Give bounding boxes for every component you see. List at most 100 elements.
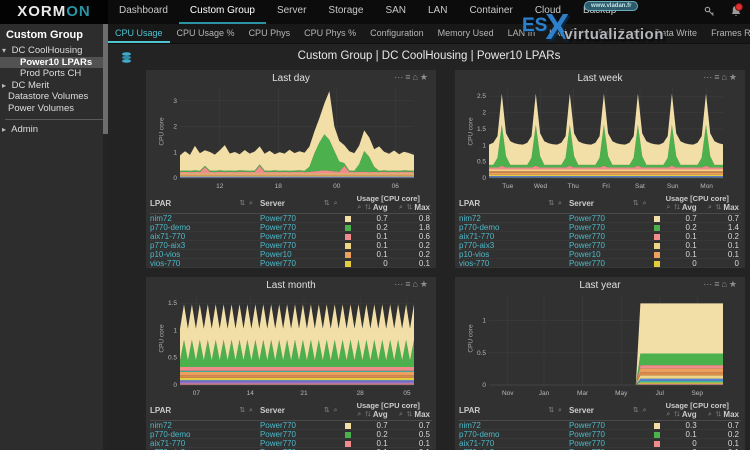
column-header-server[interactable]: Server ⇅ ⌕ xyxy=(569,194,654,212)
top-nav-item-backup[interactable]: Backup xyxy=(572,0,627,24)
server-link[interactable]: Power770 xyxy=(260,439,296,448)
top-nav-item-server[interactable]: Server xyxy=(266,0,317,24)
sub-nav-item-lan-out[interactable]: LAN Out xyxy=(542,24,591,43)
server-link[interactable]: Power770 xyxy=(569,232,605,241)
server-link[interactable]: Power770 xyxy=(260,241,296,250)
sub-nav-item-memory-used[interactable]: Memory Used xyxy=(431,24,501,43)
lpar-link[interactable]: aix71-770 xyxy=(459,232,494,241)
panel-menu-icon[interactable]: ⋯ xyxy=(703,72,714,82)
column-header-max[interactable]: ⌕ ⇅ Max xyxy=(699,203,741,212)
panel-menu-icon[interactable]: ⋯ xyxy=(703,279,714,289)
key-icon[interactable] xyxy=(704,6,715,17)
notifications-bell-icon[interactable] xyxy=(730,3,743,23)
panel-favorite-icon[interactable]: ★ xyxy=(729,72,739,82)
server-link[interactable]: Power770 xyxy=(569,439,605,448)
column-header-max[interactable]: ⌕ ⇅ Max xyxy=(699,410,741,419)
server-link[interactable]: Power770 xyxy=(260,214,296,223)
sub-nav-item-frames-read[interactable]: Frames Read xyxy=(704,24,750,43)
lpar-link[interactable]: p770-demo xyxy=(150,430,190,439)
app-logo[interactable]: XORMON xyxy=(0,0,108,24)
server-link[interactable]: Power770 xyxy=(260,430,296,439)
lpar-link[interactable]: p770-demo xyxy=(150,223,190,232)
search-icon[interactable]: ⌕ xyxy=(555,407,563,414)
stacked-area-chart[interactable]: 012312 18 00 06 xyxy=(158,86,420,190)
search-icon[interactable]: ⌕ xyxy=(246,407,254,414)
column-header-lpar[interactable]: LPAR ⇅ ⌕ xyxy=(150,194,260,212)
panel-menu-icon[interactable]: ⋯ xyxy=(394,279,405,289)
sort-icon[interactable]: ⇅ xyxy=(633,407,640,414)
sub-nav-item-cpu-phys[interactable]: CPU Phys % xyxy=(297,24,363,43)
search-icon[interactable]: ⌕ xyxy=(640,200,648,207)
lpar-link[interactable]: nim72 xyxy=(459,421,481,430)
sub-nav-item-cpu-usage[interactable]: CPU Usage % xyxy=(170,24,242,43)
lpar-link[interactable]: p770-aix3 xyxy=(150,241,185,250)
sidebar-item-power10-lpars[interactable]: Power10 LPARs xyxy=(0,56,108,68)
chevron-down-icon[interactable]: ▾ xyxy=(2,45,9,57)
server-link[interactable]: Power770 xyxy=(260,223,296,232)
server-link[interactable]: Power770 xyxy=(260,232,296,241)
lpar-link[interactable]: aix71-770 xyxy=(150,439,185,448)
lpar-link[interactable]: p10-vios xyxy=(459,250,489,259)
sidebar-item-dc-merit[interactable]: ▸ DC Merit xyxy=(0,80,108,92)
sidebar-item-admin[interactable]: ▸ Admin xyxy=(0,124,108,136)
lpar-link[interactable]: aix71-770 xyxy=(150,232,185,241)
lpar-link[interactable]: nim72 xyxy=(459,214,481,223)
column-header-lpar[interactable]: LPAR ⇅ ⌕ xyxy=(150,401,260,419)
server-link[interactable]: Power10 xyxy=(569,250,601,259)
stacked-area-chart[interactable]: 0 0.5 1 Nov Jan Mar May Jul Sep xyxy=(467,293,729,397)
stacked-area-chart[interactable]: 0 0.5 1 1.5 2 2.5 Tue Wed Thu Fri Sat Sun Mon xyxy=(467,86,729,190)
column-header-lpar[interactable]: LPAR ⇅ ⌕ xyxy=(459,194,569,212)
top-nav-item-storage[interactable]: Storage xyxy=(317,0,374,24)
top-nav-item-container[interactable]: Container xyxy=(458,0,523,24)
top-nav-item-san[interactable]: SAN xyxy=(374,0,417,24)
sort-icon[interactable]: ⇅ xyxy=(324,200,331,207)
column-header-max[interactable]: ⌕ ⇅ Max xyxy=(390,410,432,419)
server-link[interactable]: Power770 xyxy=(569,241,605,250)
server-link[interactable]: Power770 xyxy=(260,259,296,268)
search-icon[interactable]: ⌕ xyxy=(331,407,339,414)
sub-nav-item-cpu-usage[interactable]: CPU Usage xyxy=(108,24,170,43)
search-icon[interactable]: ⌕ xyxy=(555,200,563,207)
column-header-server[interactable]: Server ⇅ ⌕ xyxy=(569,401,654,419)
search-icon[interactable]: ⌕ xyxy=(640,407,648,414)
panel-menu-icon[interactable]: ⋯ xyxy=(394,72,405,82)
search-icon[interactable]: ⌕ xyxy=(246,200,254,207)
chevron-right-icon[interactable]: ▸ xyxy=(2,124,9,136)
lpar-link[interactable]: aix71-770 xyxy=(459,439,494,448)
column-header-max[interactable]: ⌕ ⇅ Max xyxy=(390,203,432,212)
lpar-link[interactable]: p10-vios xyxy=(150,250,180,259)
server-link[interactable]: Power770 xyxy=(569,421,605,430)
panel-home-icon[interactable]: ⌂ xyxy=(721,72,728,82)
lpar-link[interactable]: vios-770 xyxy=(459,259,489,268)
top-nav-item-dashboard[interactable]: Dashboard xyxy=(108,0,179,24)
sub-nav-item-configuration[interactable]: Configuration xyxy=(363,24,431,43)
column-header-avg[interactable]: ⌕ ⇅ Avg xyxy=(654,410,699,419)
lpar-link[interactable]: p770-demo xyxy=(459,223,499,232)
column-header-avg[interactable]: ⌕ ⇅ Avg xyxy=(654,203,699,212)
server-link[interactable]: Power770 xyxy=(569,223,605,232)
sub-nav-item-lan-in[interactable]: LAN In xyxy=(501,24,543,43)
sub-nav-item-data-write[interactable]: Data Write xyxy=(648,24,704,43)
server-link[interactable]: Power770 xyxy=(260,421,296,430)
sidebar-item-prod-ports-ch[interactable]: Prod Ports CH xyxy=(0,68,108,80)
panel-favorite-icon[interactable]: ★ xyxy=(420,72,430,82)
sidebar-item-dc-coolhousing[interactable]: ▾ DC CoolHousing xyxy=(0,45,108,57)
panel-favorite-icon[interactable]: ★ xyxy=(729,279,739,289)
top-nav-item-cloud[interactable]: Cloud xyxy=(524,0,572,24)
panel-home-icon[interactable]: ⌂ xyxy=(412,279,419,289)
chevron-right-icon[interactable]: ▸ xyxy=(2,80,9,92)
sub-nav-item-cpu-phys[interactable]: CPU Phys xyxy=(242,24,298,43)
lpar-link[interactable]: p770-aix3 xyxy=(459,241,494,250)
server-link[interactable]: Power10 xyxy=(260,250,292,259)
column-header-lpar[interactable]: LPAR ⇅ ⌕ xyxy=(459,401,569,419)
column-header-server[interactable]: Server ⇅ ⌕ xyxy=(260,401,345,419)
server-link[interactable]: Power770 xyxy=(569,214,605,223)
panel-home-icon[interactable]: ⌂ xyxy=(412,72,419,82)
lpar-link[interactable]: nim72 xyxy=(150,214,172,223)
sidebar-item-power-volumes[interactable]: Power Volumes xyxy=(0,103,108,115)
server-link[interactable]: Power770 xyxy=(569,430,605,439)
sort-icon[interactable]: ⇅ xyxy=(324,407,331,414)
sub-nav-item-data-read[interactable]: Data Read xyxy=(591,24,648,43)
column-header-avg[interactable]: ⌕ ⇅ Avg xyxy=(345,410,390,419)
stacked-area-chart[interactable]: 0 0.5 1 1.5 07 14 21 28 05 xyxy=(158,293,420,397)
